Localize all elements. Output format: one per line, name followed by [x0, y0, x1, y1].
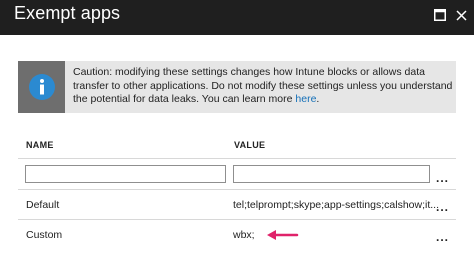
value-input[interactable] — [233, 165, 430, 183]
row-custom-name: Custom — [26, 229, 63, 241]
caution-message: Caution: modifying these settings change… — [73, 66, 453, 105]
value-column-header: VALUE — [234, 140, 266, 150]
row-divider — [18, 189, 456, 190]
row-divider — [18, 219, 456, 220]
row-default-more-button[interactable]: ... — [436, 201, 449, 213]
row-custom-more-button[interactable]: ... — [436, 231, 449, 243]
annotation-arrow-icon — [267, 230, 299, 240]
info-icon-box — [18, 61, 65, 113]
row-custom-value: wbx; — [233, 229, 255, 241]
window-title: Exempt apps — [14, 3, 121, 23]
maximize-button[interactable] — [432, 7, 448, 23]
close-button[interactable] — [453, 7, 469, 23]
name-column-header: NAME — [26, 140, 54, 150]
new-row-more-button[interactable]: ... — [436, 172, 449, 184]
caution-text: Caution: modifying these settings change… — [73, 66, 453, 107]
caution-end-punct: . — [316, 93, 320, 105]
learn-more-link[interactable]: here — [295, 93, 316, 105]
caution-banner: Caution: modifying these settings change… — [18, 61, 456, 113]
name-input[interactable] — [25, 165, 226, 183]
row-default-name: Default — [26, 199, 60, 211]
close-icon — [455, 9, 467, 21]
title-bar: Exempt apps — [0, 0, 474, 35]
info-icon — [28, 74, 55, 100]
maximize-icon — [434, 9, 446, 21]
header-divider — [18, 158, 456, 159]
row-default-value: tel;telprompt;skype;app-settings;calshow… — [233, 199, 440, 211]
